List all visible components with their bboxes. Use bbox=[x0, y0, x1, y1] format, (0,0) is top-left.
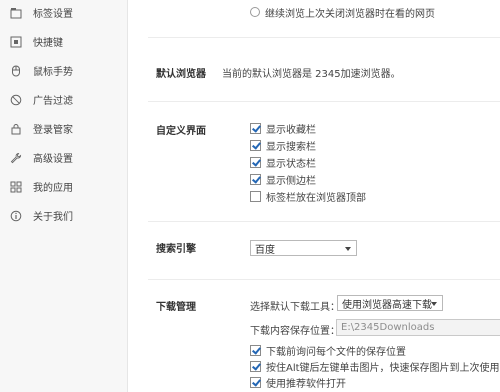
download-path-value: E:\2345Downloads bbox=[341, 322, 435, 333]
download-path-label: 下载内容保存位置： bbox=[250, 326, 340, 337]
sidebar-item-label: 鼠标手势 bbox=[33, 67, 73, 78]
checkbox[interactable] bbox=[250, 344, 261, 356]
info-icon bbox=[10, 210, 22, 222]
sidebar-item-label: 我的应用 bbox=[33, 183, 73, 194]
tab-icon bbox=[10, 7, 22, 19]
chevron-down-icon bbox=[345, 247, 351, 251]
section-divider bbox=[148, 221, 500, 222]
section-divider bbox=[148, 37, 500, 38]
download-tool-value: 使用浏览器高速下载 bbox=[342, 299, 432, 311]
block-icon bbox=[10, 94, 22, 106]
sidebar-item-label: 快捷键 bbox=[33, 38, 63, 49]
sidebar-item-label: 登录管家 bbox=[33, 125, 73, 136]
lock-icon bbox=[10, 123, 22, 135]
keyboard-icon bbox=[10, 36, 22, 48]
default-browser-label: 默认浏览器 bbox=[156, 69, 206, 80]
show-status-bar-checkbox[interactable]: 显示状态栏 bbox=[250, 155, 316, 170]
tabs-on-top-checkbox[interactable]: 标签栏放在浏览器顶部 bbox=[250, 189, 366, 204]
checkbox-label: 显示侧边栏 bbox=[266, 175, 316, 187]
sidebar-item-advanced-settings[interactable]: 高级设置 bbox=[0, 143, 128, 172]
show-favorites-checkbox[interactable]: 显示收藏栏 bbox=[250, 121, 316, 136]
sidebar-item-shortcuts[interactable]: 快捷键 bbox=[0, 27, 128, 56]
checkbox[interactable] bbox=[250, 156, 261, 168]
checkbox[interactable] bbox=[250, 376, 261, 388]
custom-ui-label: 自定义界面 bbox=[156, 126, 206, 137]
chevron-down-icon bbox=[431, 302, 437, 306]
search-engine-value: 百度 bbox=[255, 244, 275, 256]
settings-content: 继续浏览上次关闭浏览器时在看的网页 默认浏览器 当前的默认浏览器是 2345加速… bbox=[128, 0, 500, 392]
search-engine-label: 搜索引擎 bbox=[156, 244, 196, 255]
show-search-bar-checkbox[interactable]: 显示搜索栏 bbox=[250, 138, 316, 153]
sidebar-item-label: 标签设置 bbox=[33, 9, 73, 20]
download-tool-label: 选择默认下载工具： bbox=[250, 302, 340, 313]
alt-click-save-image-checkbox[interactable]: 按住Alt键后左键单击图片，快速保存图片到上次使用的文 bbox=[250, 359, 500, 374]
checkbox-label: 按住Alt键后左键单击图片，快速保存图片到上次使用的文 bbox=[266, 362, 500, 374]
sidebar-item-mouse-gestures[interactable]: 鼠标手势 bbox=[0, 56, 128, 85]
checkbox-label: 显示搜索栏 bbox=[266, 141, 316, 153]
settings-sidebar: 标签设置 快捷键 鼠标手势 广告过滤 登录管家 高级设置 我的应用 关于我们 bbox=[0, 0, 128, 392]
sidebar-item-label: 高级设置 bbox=[33, 154, 73, 165]
checkbox[interactable] bbox=[250, 190, 261, 202]
search-engine-select[interactable]: 百度 bbox=[250, 240, 357, 256]
checkbox[interactable] bbox=[250, 173, 261, 185]
ask-save-location-checkbox[interactable]: 下载前询问每个文件的保存位置 bbox=[250, 343, 406, 358]
section-divider bbox=[148, 101, 500, 102]
sidebar-item-about-us[interactable]: 关于我们 bbox=[0, 201, 128, 230]
download-path-input[interactable]: E:\2345Downloads bbox=[336, 319, 500, 336]
checkbox-label: 标签栏放在浏览器顶部 bbox=[266, 192, 366, 204]
mouse-icon bbox=[10, 65, 22, 77]
download-tool-select[interactable]: 使用浏览器高速下载 bbox=[337, 295, 443, 311]
open-with-recommended-checkbox[interactable]: 使用推荐软件打开 bbox=[250, 375, 346, 390]
checkbox-label: 显示收藏栏 bbox=[266, 124, 316, 136]
apps-icon bbox=[10, 181, 22, 193]
sidebar-item-my-apps[interactable]: 我的应用 bbox=[0, 172, 128, 201]
checkbox-label: 下载前询问每个文件的保存位置 bbox=[266, 346, 406, 358]
checkbox[interactable] bbox=[250, 360, 261, 372]
sidebar-item-label: 关于我们 bbox=[33, 212, 73, 223]
checkbox-label: 使用推荐软件打开 bbox=[266, 378, 346, 390]
section-divider bbox=[148, 279, 500, 280]
show-sidebar-checkbox[interactable]: 显示侧边栏 bbox=[250, 172, 316, 187]
sidebar-item-label: 广告过滤 bbox=[33, 96, 73, 107]
download-manager-label: 下载管理 bbox=[156, 302, 196, 313]
restore-session-radio[interactable] bbox=[250, 7, 260, 17]
sidebar-item-login-manager[interactable]: 登录管家 bbox=[0, 114, 128, 143]
restore-session-label: 继续浏览上次关闭浏览器时在看的网页 bbox=[265, 9, 435, 20]
wrench-icon bbox=[10, 152, 22, 164]
sidebar-item-ad-filter[interactable]: 广告过滤 bbox=[0, 85, 128, 114]
sidebar-item-tab-settings[interactable]: 标签设置 bbox=[0, 0, 128, 27]
checkbox[interactable] bbox=[250, 122, 261, 134]
default-browser-status: 当前的默认浏览器是 2345加速浏览器。 bbox=[222, 69, 401, 80]
checkbox-label: 显示状态栏 bbox=[266, 158, 316, 170]
checkbox[interactable] bbox=[250, 139, 261, 151]
